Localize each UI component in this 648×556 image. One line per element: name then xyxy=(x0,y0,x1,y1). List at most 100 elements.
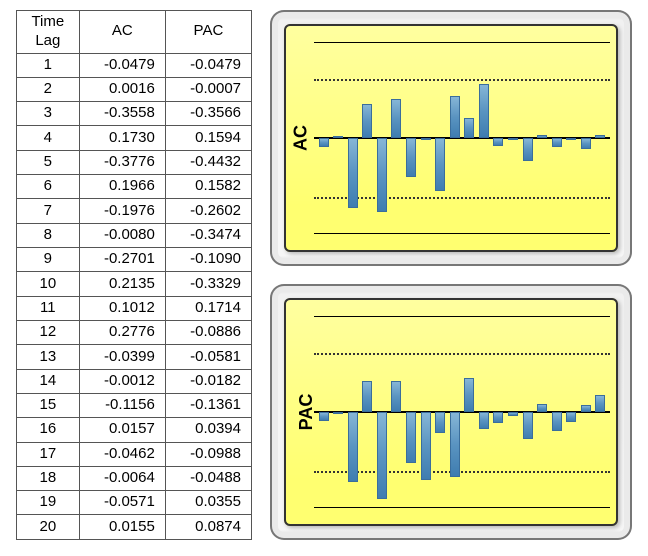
cell-lag: 11 xyxy=(17,296,80,320)
pac-plot-area xyxy=(314,314,610,510)
ac-bar xyxy=(421,138,431,140)
cell-pac: -0.0581 xyxy=(165,345,251,369)
pac-bar xyxy=(348,412,358,482)
pac-bar xyxy=(435,412,445,433)
pac-panel-inner: PAC xyxy=(284,298,618,526)
col-header-ac: AC xyxy=(79,11,165,54)
pac-bar xyxy=(362,381,372,412)
cell-ac: -0.0571 xyxy=(79,491,165,515)
cell-pac: -0.2602 xyxy=(165,199,251,223)
pac-bar xyxy=(523,412,533,439)
ac-bar xyxy=(391,99,401,138)
cell-pac: -0.1090 xyxy=(165,248,251,272)
pac-bar xyxy=(421,412,431,480)
cell-pac: -0.0988 xyxy=(165,442,251,466)
ac-bar xyxy=(435,138,445,191)
cell-lag: 16 xyxy=(17,418,80,442)
cell-pac: -0.3329 xyxy=(165,272,251,296)
cell-lag: 12 xyxy=(17,320,80,344)
acf-pacf-table: Time Lag AC PAC 1-0.0479-0.047920.0016-0… xyxy=(16,10,252,540)
cell-ac: 0.1012 xyxy=(79,296,165,320)
pac-bar xyxy=(537,404,547,412)
pac-bar xyxy=(391,381,401,412)
cell-pac: -0.0886 xyxy=(165,320,251,344)
cell-lag: 13 xyxy=(17,345,80,369)
ac-bar xyxy=(406,138,416,177)
ac-bar xyxy=(493,138,503,146)
cell-ac: -0.0080 xyxy=(79,223,165,247)
pac-bar xyxy=(450,412,460,477)
table-row: 160.01570.0394 xyxy=(17,418,252,442)
cell-ac: -0.3776 xyxy=(79,150,165,174)
cell-pac: -0.0182 xyxy=(165,369,251,393)
cell-pac: 0.1714 xyxy=(165,296,251,320)
col-header-lag: Time Lag xyxy=(17,11,80,54)
ac-bar xyxy=(319,138,329,147)
pac-frame-bottom xyxy=(314,507,610,508)
cell-pac: 0.0394 xyxy=(165,418,251,442)
table-row: 110.10120.1714 xyxy=(17,296,252,320)
table-row: 14-0.0012-0.0182 xyxy=(17,369,252,393)
cell-lag: 3 xyxy=(17,102,80,126)
cell-ac: 0.1730 xyxy=(79,126,165,150)
cell-lag: 15 xyxy=(17,393,80,417)
cell-ac: -0.0064 xyxy=(79,466,165,490)
table-body: 1-0.0479-0.047920.0016-0.00073-0.3558-0.… xyxy=(17,53,252,540)
pac-bar xyxy=(406,412,416,463)
table-row: 1-0.0479-0.0479 xyxy=(17,53,252,77)
cell-pac: 0.1582 xyxy=(165,175,251,199)
cell-lag: 14 xyxy=(17,369,80,393)
ac-bar xyxy=(362,104,372,138)
ac-bar xyxy=(537,135,547,138)
cell-ac: -0.0479 xyxy=(79,53,165,77)
pac-panel: PAC xyxy=(270,284,632,540)
ac-bar xyxy=(508,138,518,140)
cell-ac: -0.2701 xyxy=(79,248,165,272)
cell-ac: 0.0016 xyxy=(79,77,165,101)
pac-bar xyxy=(464,378,474,412)
pac-bar xyxy=(319,412,329,421)
pac-bar xyxy=(493,412,503,423)
cell-ac: 0.2135 xyxy=(79,272,165,296)
table-row: 120.2776-0.0886 xyxy=(17,320,252,344)
table-row: 17-0.0462-0.0988 xyxy=(17,442,252,466)
ac-bar xyxy=(333,136,343,138)
cell-pac: -0.0007 xyxy=(165,77,251,101)
ac-bar xyxy=(479,84,489,138)
ac-upper-confidence-band xyxy=(314,79,610,81)
col-header-pac: PAC xyxy=(165,11,251,54)
table-row: 8-0.0080-0.3474 xyxy=(17,223,252,247)
ac-frame-top xyxy=(314,42,610,43)
table-row: 20.0016-0.0007 xyxy=(17,77,252,101)
cell-lag: 17 xyxy=(17,442,80,466)
table-row: 19-0.05710.0355 xyxy=(17,491,252,515)
pac-bar xyxy=(479,412,489,429)
table-row: 13-0.0399-0.0581 xyxy=(17,345,252,369)
pac-frame-top xyxy=(314,316,610,317)
ac-lower-confidence-band xyxy=(314,197,610,199)
chart-column: AC PAC xyxy=(270,10,632,540)
cell-ac: -0.0462 xyxy=(79,442,165,466)
cell-pac: -0.0488 xyxy=(165,466,251,490)
cell-lag: 8 xyxy=(17,223,80,247)
pac-bar xyxy=(333,412,343,414)
ac-plot-area xyxy=(314,40,610,236)
cell-lag: 20 xyxy=(17,515,80,540)
cell-pac: -0.1361 xyxy=(165,393,251,417)
pac-bar xyxy=(377,412,387,499)
cell-ac: -0.0012 xyxy=(79,369,165,393)
pac-bar xyxy=(566,412,576,422)
cell-lag: 10 xyxy=(17,272,80,296)
ac-axis-label: AC xyxy=(291,125,312,151)
ac-bar xyxy=(523,138,533,161)
cell-ac: -0.0399 xyxy=(79,345,165,369)
cell-ac: 0.1966 xyxy=(79,175,165,199)
pac-bar xyxy=(581,405,591,412)
cell-ac: 0.0157 xyxy=(79,418,165,442)
table-row: 5-0.3776-0.4432 xyxy=(17,150,252,174)
cell-lag: 5 xyxy=(17,150,80,174)
table-row: 7-0.1976-0.2602 xyxy=(17,199,252,223)
cell-pac: 0.1594 xyxy=(165,126,251,150)
cell-ac: -0.1156 xyxy=(79,393,165,417)
cell-pac: -0.0479 xyxy=(165,53,251,77)
